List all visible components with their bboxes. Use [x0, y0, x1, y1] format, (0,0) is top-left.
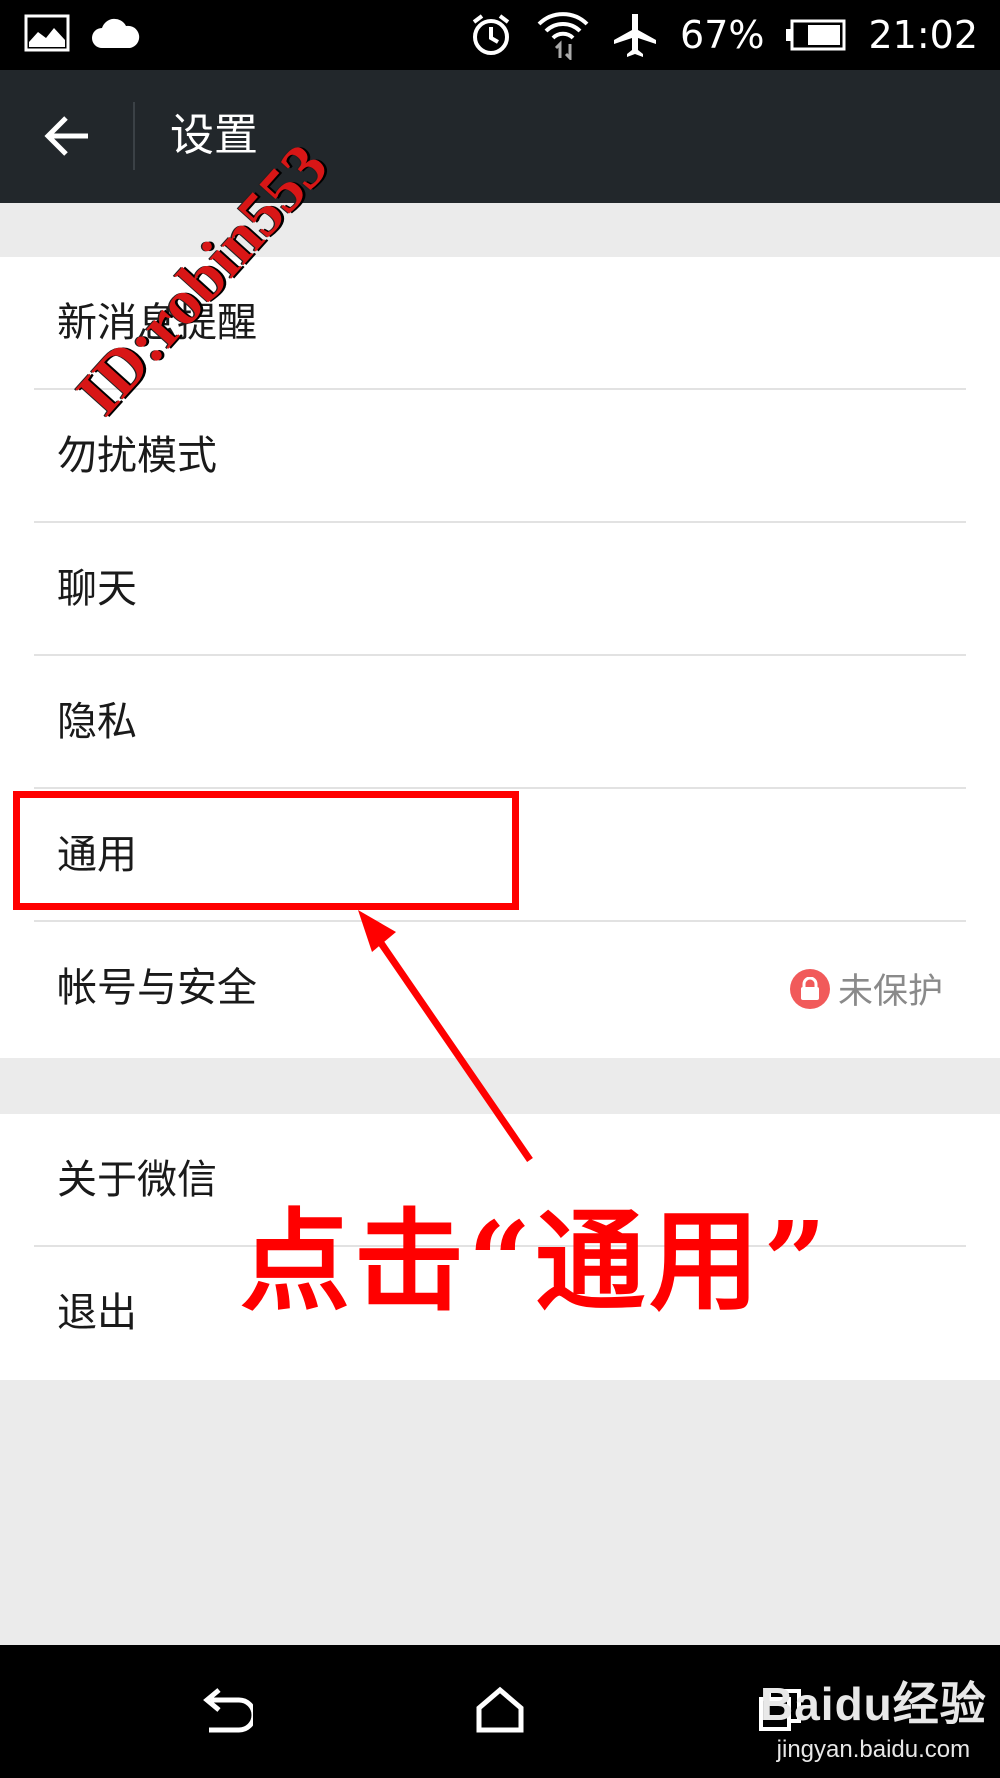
back-button[interactable]: [30, 98, 106, 174]
settings-item-label: 勿扰模式: [57, 433, 217, 479]
gallery-icon: [24, 14, 70, 52]
nav-back-button[interactable]: [185, 1675, 265, 1745]
page-title: 设置: [170, 110, 258, 161]
settings-item-chat[interactable]: 聊天: [0, 523, 1000, 656]
settings-item-do-not-disturb[interactable]: 勿扰模式: [0, 390, 1000, 523]
battery-percent: 67%: [680, 13, 765, 57]
security-status: 未保护: [789, 922, 943, 1055]
action-bar: 设置: [0, 70, 1000, 203]
settings-item-label: 关于微信: [57, 1157, 217, 1203]
settings-item-privacy[interactable]: 隐私: [0, 656, 1000, 789]
status-time: 21:02: [868, 13, 978, 57]
nav-home-button[interactable]: [460, 1675, 540, 1745]
baidu-jingyan-logo: Baidu经验 jingyan.baidu.com: [760, 1668, 987, 1764]
arrow-left-icon: [44, 116, 88, 156]
status-bar: 67% 21:02: [0, 0, 1000, 70]
battery-icon: [786, 19, 846, 51]
annotation-text: 点击“通用”: [240, 1197, 831, 1326]
action-bar-divider: [133, 102, 135, 170]
baidu-logo-text: Baidu经验: [760, 1678, 987, 1730]
settings-item-label: 隐私: [57, 699, 137, 745]
baidu-url: jingyan.baidu.com: [776, 1736, 971, 1763]
lock-icon: [789, 968, 830, 1009]
wifi-icon: [536, 10, 590, 60]
home-nav-icon: [476, 1686, 524, 1733]
alarm-icon: [468, 12, 514, 58]
annotation-highlight-box: [13, 791, 519, 910]
settings-item-account-security[interactable]: 帐号与安全 未保护: [0, 922, 1000, 1055]
settings-item-label: 聊天: [57, 566, 137, 612]
airplane-icon: [612, 12, 658, 58]
security-status-text: 未保护: [837, 972, 943, 1012]
cloud-icon: [90, 16, 140, 50]
back-nav-icon: [203, 1688, 253, 1733]
settings-item-label: 帐号与安全: [57, 965, 257, 1011]
settings-item-label: 退出: [57, 1290, 137, 1336]
